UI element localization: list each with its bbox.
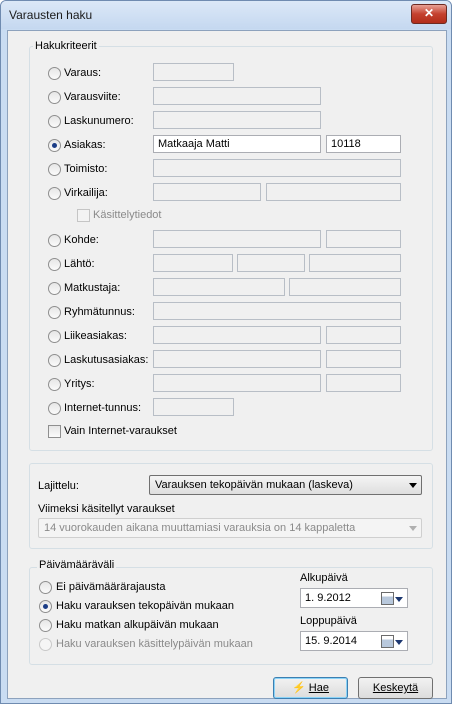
- calendar-icon: [381, 635, 394, 648]
- radio-matkustaja[interactable]: [48, 282, 61, 295]
- label-laskunumero: Laskunumero:: [64, 115, 134, 127]
- asiakas-name-field[interactable]: Matkaaja Matti: [153, 135, 321, 153]
- internet-only-label: Vain Internet-varaukset: [64, 425, 177, 437]
- radio-toimisto[interactable]: [48, 163, 61, 176]
- radio-trip-start-date[interactable]: [39, 619, 52, 632]
- label-internet-tunnus: Internet-tunnus:: [64, 402, 142, 414]
- yritys-field-2: [326, 374, 401, 392]
- recent-value: 14 vuorokauden aikana muuttamiasi varauk…: [44, 522, 356, 534]
- kohde-field-2: [326, 230, 401, 248]
- close-icon: ✕: [423, 6, 435, 20]
- radio-kohde[interactable]: [48, 234, 61, 247]
- dialog-window: Varausten haku ✕ Hakukriteerit Varaus: V…: [0, 0, 452, 704]
- radio-no-date-limit[interactable]: [39, 581, 52, 594]
- chevron-down-icon: [395, 597, 403, 602]
- label-handled-date: Haku varauksen käsittelypäivän mukaan: [56, 638, 253, 650]
- asiakas-number-field[interactable]: 10118: [326, 135, 401, 153]
- yritys-field-1: [153, 374, 321, 392]
- criteria-group-label: Hakukriteerit: [33, 40, 99, 52]
- start-date-label: Alkupäivä: [300, 572, 348, 584]
- title-bar[interactable]: Varausten haku ✕: [1, 1, 451, 29]
- label-lahto: Lähtö:: [64, 258, 95, 270]
- lightning-icon: ⚡: [292, 682, 306, 694]
- kasittelytiedot-checkbox[interactable]: [77, 209, 90, 222]
- radio-laskutusasiakas[interactable]: [48, 354, 61, 367]
- chevron-down-icon: [409, 526, 417, 531]
- close-button[interactable]: ✕: [411, 4, 447, 24]
- matkustaja-field-2: [289, 278, 401, 296]
- laskutusasiakas-field-2: [326, 350, 401, 368]
- label-matkustaja: Matkustaja:: [64, 282, 121, 294]
- end-date-picker[interactable]: 15. 9.2014: [300, 631, 408, 651]
- toimisto-field: [153, 159, 401, 177]
- varausviite-field: [153, 87, 321, 105]
- lahto-field-1: [153, 254, 233, 272]
- label-laskutusasiakas: Laskutusasiakas:: [64, 354, 149, 366]
- lahto-field-2: [237, 254, 305, 272]
- search-button[interactable]: ⚡ Hae: [273, 677, 348, 699]
- window-title: Varausten haku: [9, 8, 93, 22]
- liikeasiakas-field-2: [326, 326, 401, 344]
- laskunumero-field: [153, 111, 321, 129]
- label-asiakas: Asiakas:: [64, 139, 106, 151]
- radio-laskunumero[interactable]: [48, 115, 61, 128]
- label-yritys: Yritys:: [64, 378, 95, 390]
- chevron-down-icon: [409, 483, 417, 488]
- liikeasiakas-field-1: [153, 326, 321, 344]
- cancel-button[interactable]: Keskeytä: [358, 677, 433, 699]
- label-toimisto: Toimisto:: [64, 163, 108, 175]
- radio-handled-date[interactable]: [39, 638, 52, 651]
- recent-label: Viimeksi käsitellyt varaukset: [38, 503, 175, 515]
- virkailija-field-1: [153, 183, 261, 201]
- varaus-field: [153, 63, 234, 81]
- search-button-label: Hae: [308, 682, 329, 694]
- radio-created-date[interactable]: [39, 600, 52, 613]
- chevron-down-icon: [395, 640, 403, 645]
- sorting-selected: Varauksen tekopäivän mukaan (laskeva): [155, 479, 353, 491]
- label-ryhmatunnus: Ryhmätunnus:: [64, 306, 135, 318]
- radio-liikeasiakas[interactable]: [48, 330, 61, 343]
- radio-yritys[interactable]: [48, 378, 61, 391]
- lahto-field-3: [309, 254, 401, 272]
- start-date-picker[interactable]: 1. 9.2012: [300, 588, 408, 608]
- radio-varaus[interactable]: [48, 67, 61, 80]
- label-liikeasiakas: Liikeasiakas:: [64, 330, 127, 342]
- sorting-label: Lajittelu:: [38, 480, 79, 492]
- radio-varausviite[interactable]: [48, 91, 61, 104]
- recent-dropdown[interactable]: 14 vuorokauden aikana muuttamiasi varauk…: [38, 518, 422, 538]
- label-created-date: Haku varauksen tekopäivän mukaan: [56, 600, 234, 612]
- sorting-dropdown[interactable]: Varauksen tekopäivän mukaan (laskeva): [149, 475, 422, 495]
- radio-asiakas[interactable]: [48, 139, 61, 152]
- label-kohde: Kohde:: [64, 234, 99, 246]
- cancel-button-label: Keskeytä: [372, 682, 419, 694]
- label-no-date-limit: Ei päivämäärärajausta: [56, 581, 166, 593]
- radio-internet-tunnus[interactable]: [48, 402, 61, 415]
- label-trip-start-date: Haku matkan alkupäivän mukaan: [56, 619, 219, 631]
- internet-tunnus-field: [153, 398, 234, 416]
- virkailija-field-2: [266, 183, 401, 201]
- end-date-value: 15. 9.2014: [305, 635, 357, 647]
- label-virkailija: Virkailija:: [64, 187, 108, 199]
- date-range-group-label: Päivämääräväli: [37, 559, 117, 571]
- label-varausviite: Varausviite:: [64, 91, 121, 103]
- kasittelytiedot-label: Käsittelytiedot: [93, 209, 162, 221]
- end-date-label: Loppupäivä: [300, 615, 357, 627]
- internet-only-checkbox[interactable]: [48, 425, 61, 438]
- laskutusasiakas-field-1: [153, 350, 321, 368]
- kohde-field-1: [153, 230, 321, 248]
- radio-ryhmatunnus[interactable]: [48, 306, 61, 319]
- matkustaja-field-1: [153, 278, 285, 296]
- radio-virkailija[interactable]: [48, 187, 61, 200]
- radio-lahto[interactable]: [48, 258, 61, 271]
- calendar-icon: [381, 592, 394, 605]
- start-date-value: 1. 9.2012: [305, 592, 351, 604]
- dialog-client: Hakukriteerit Varaus: Varausviite: Lasku…: [7, 30, 447, 699]
- ryhmatunnus-field: [153, 302, 401, 320]
- label-varaus: Varaus:: [64, 67, 102, 79]
